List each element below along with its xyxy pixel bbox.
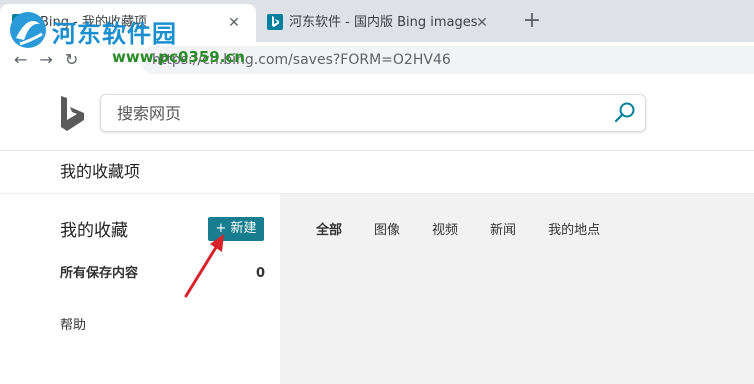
bing-favicon-icon (12, 14, 28, 30)
url-text: https://cn.bing.com/saves?FORM=O2HV46 (152, 52, 451, 68)
tab-bing-images[interactable]: 河东软件 - 国内版 Bing images ✕ (256, 4, 504, 42)
collections-sidebar: 我的收藏 + 新建 所有保存内容 0 帮助 (0, 194, 280, 384)
all-saves-item[interactable]: 所有保存内容 (60, 265, 138, 283)
saves-content: 我的收藏 + 新建 所有保存内容 0 帮助 全部 图像 视频 新闻 我的地点 (0, 194, 754, 384)
reload-icon[interactable]: ↻ (65, 50, 78, 69)
search-input[interactable]: 搜索网页 (117, 104, 181, 124)
tab-title: Bing - 我的收藏项 (40, 15, 147, 30)
nav-buttons: ← → ↻ (14, 50, 78, 69)
back-icon[interactable]: ← (14, 50, 27, 69)
address-bar[interactable]: https://cn.bing.com/saves?FORM=O2HV46 (140, 46, 754, 74)
tab-close-icon[interactable]: ✕ (224, 13, 244, 33)
collections-title: 我的收藏 (60, 221, 128, 241)
filter-tabs: 全部 图像 视频 新闻 我的地点 (316, 222, 632, 240)
tab-strip: Bing - 我的收藏项 ✕ 河东软件 - 国内版 Bing images ✕ … (0, 0, 754, 42)
bing-favicon-icon (267, 14, 283, 30)
tab-close-icon[interactable]: ✕ (472, 13, 492, 33)
tab-title: 河东软件 - 国内版 Bing images (289, 15, 478, 30)
help-link[interactable]: 帮助 (60, 317, 86, 335)
bing-header: 搜索网页 (0, 78, 754, 151)
filter-news[interactable]: 新闻 (490, 222, 516, 240)
all-saves-count: 0 (256, 266, 266, 281)
page-subheader: 我的收藏项 (0, 151, 754, 194)
search-box[interactable]: 搜索网页 (100, 94, 646, 132)
filter-all[interactable]: 全部 (316, 222, 342, 240)
new-tab-button[interactable]: + (520, 10, 544, 34)
browser-toolbar: ← → ↻ https://cn.bing.com/saves?FORM=O2H… (0, 42, 754, 78)
filter-images[interactable]: 图像 (374, 222, 400, 240)
bing-logo-icon[interactable] (60, 96, 86, 132)
forward-icon[interactable]: → (39, 50, 52, 69)
annotation-arrow-icon (184, 234, 224, 298)
tab-bing-saves[interactable]: Bing - 我的收藏项 ✕ (0, 4, 256, 42)
filter-my-places[interactable]: 我的地点 (548, 222, 600, 240)
search-icon[interactable] (613, 101, 637, 125)
page-title: 我的收藏项 (60, 162, 141, 181)
filter-videos[interactable]: 视频 (432, 222, 458, 240)
